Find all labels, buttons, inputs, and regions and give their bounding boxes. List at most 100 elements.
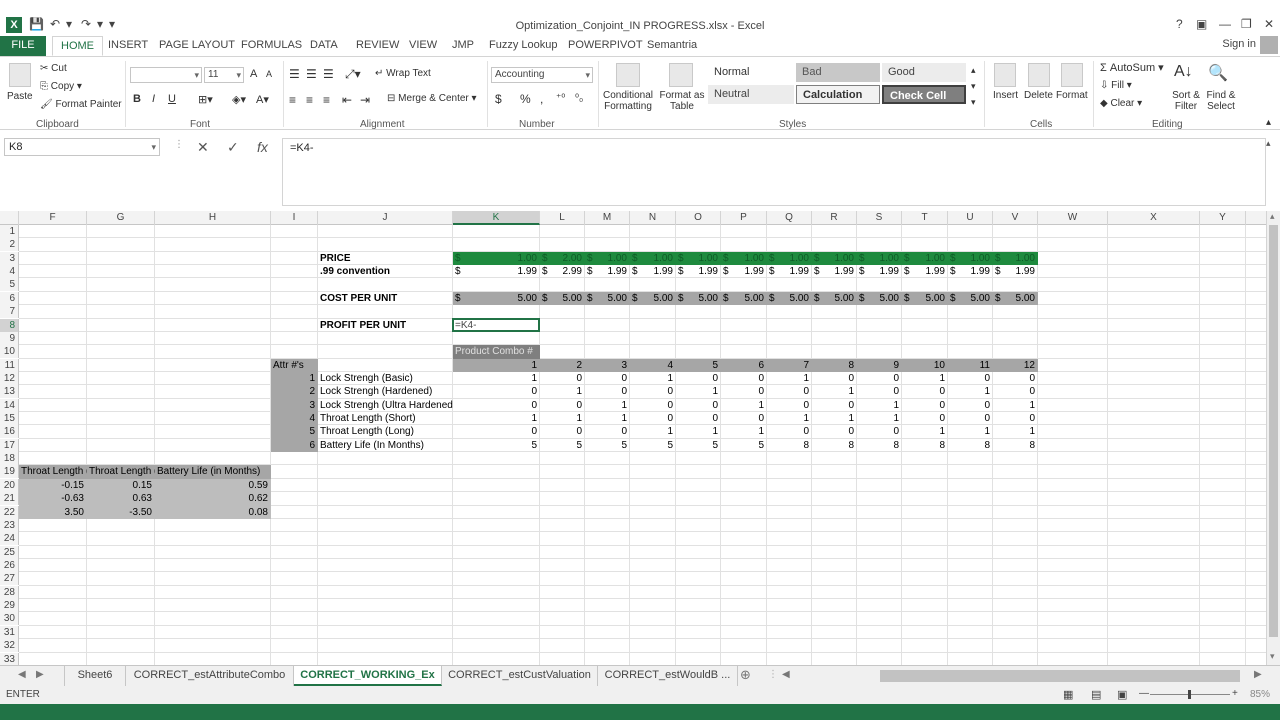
price-value[interactable]: 1.00: [630, 252, 676, 265]
cost-value[interactable]: 5.00: [812, 292, 857, 305]
row-header[interactable]: 32: [0, 639, 19, 653]
cost-value[interactable]: 5.00: [767, 292, 812, 305]
convention-value[interactable]: 1.99: [721, 265, 767, 278]
collapse-ribbon-icon[interactable]: ▴: [1266, 117, 1271, 128]
sheet-tab-correct-estcustvaluation[interactable]: CORRECT_estCustValuation: [442, 666, 598, 686]
attribute-value[interactable]: 0: [453, 399, 540, 412]
sign-in-link[interactable]: Sign in: [1222, 38, 1256, 50]
attribute-value[interactable]: 0: [857, 385, 902, 398]
row-header[interactable]: 26: [0, 559, 19, 572]
combo-number[interactable]: 2: [540, 359, 585, 372]
price-value[interactable]: 1.00: [948, 252, 993, 265]
column-header[interactable]: R: [812, 211, 857, 225]
convention-value[interactable]: 1.99: [453, 265, 540, 278]
cost-value[interactable]: 5.00: [540, 292, 585, 305]
currency-button[interactable]: $: [495, 92, 502, 106]
combo-number[interactable]: 7: [767, 359, 812, 372]
column-header[interactable]: S: [857, 211, 902, 225]
cancel-entry-icon[interactable]: ✕: [197, 139, 209, 156]
attribute-value[interactable]: 0: [812, 399, 857, 412]
worksheet-grid[interactable]: FGHIJKLMNOPQRSTUVWXY 1 2 3 4 5 6 7 8 9 10 11 12 13 14…: [0, 211, 1266, 666]
combo-number[interactable]: 10: [902, 359, 948, 372]
price-value[interactable]: 1.00: [453, 252, 540, 265]
attribute-value[interactable]: 5: [721, 439, 767, 452]
convention-value[interactable]: 1.99: [857, 265, 902, 278]
attribute-value[interactable]: 8: [767, 439, 812, 452]
row-header[interactable]: 16: [0, 425, 19, 439]
left-table-value[interactable]: -0.63: [19, 492, 87, 505]
decrease-indent-icon[interactable]: ⇤: [342, 93, 352, 107]
format-cells-button[interactable]: Format: [1056, 90, 1088, 101]
row-header[interactable]: 25: [0, 545, 19, 559]
wrap-text-button[interactable]: ↵ Wrap Text: [375, 68, 431, 79]
attribute-value[interactable]: 8: [993, 439, 1038, 452]
column-header[interactable]: Y: [1200, 211, 1246, 225]
confirm-entry-icon[interactable]: ✓: [227, 139, 239, 156]
cost-label[interactable]: COST PER UNIT: [318, 292, 453, 305]
attribute-value[interactable]: 0: [857, 425, 902, 438]
attribute-name[interactable]: Lock Strengh (Hardened): [318, 385, 453, 398]
combo-number[interactable]: 1: [453, 359, 540, 372]
row-header[interactable]: 17: [0, 438, 19, 452]
underline-button[interactable]: U: [168, 93, 176, 105]
borders-icon[interactable]: ⊞▾: [198, 93, 213, 106]
left-table-value[interactable]: 0.15: [87, 479, 155, 492]
attribute-value[interactable]: 0: [948, 412, 993, 425]
close-icon[interactable]: ✕: [1264, 17, 1274, 31]
attribute-value[interactable]: 8: [948, 439, 993, 452]
attribute-name[interactable]: Lock Strengh (Basic): [318, 372, 453, 385]
column-header[interactable]: T: [902, 211, 948, 225]
column-header[interactable]: J: [318, 211, 453, 225]
column-header[interactable]: L: [540, 211, 585, 225]
zoom-level[interactable]: 85%: [1250, 689, 1270, 700]
styles-scroll-down-icon[interactable]: ▾: [971, 81, 976, 92]
tab-data[interactable]: DATA: [310, 36, 338, 56]
column-header[interactable]: M: [585, 211, 630, 225]
paste-icon[interactable]: [9, 63, 31, 87]
row-header[interactable]: 27: [0, 572, 19, 586]
convention-value[interactable]: 1.99: [948, 265, 993, 278]
row-header[interactable]: 19: [0, 465, 19, 479]
attribute-value[interactable]: 1: [948, 425, 993, 438]
autosum-button[interactable]: Σ AutoSum ▾: [1100, 61, 1164, 74]
fill-button[interactable]: ⇩ Fill ▾: [1100, 80, 1132, 91]
price-value[interactable]: 1.00: [767, 252, 812, 265]
row-header[interactable]: 1: [0, 225, 19, 238]
attribute-value[interactable]: 5: [453, 439, 540, 452]
attribute-value[interactable]: 1: [993, 399, 1038, 412]
sheet-tab-sheet6[interactable]: Sheet6: [64, 666, 126, 686]
tab-powerpivot[interactable]: POWERPIVOT: [568, 36, 643, 56]
price-value[interactable]: 1.00: [812, 252, 857, 265]
row-header[interactable]: 21: [0, 492, 19, 506]
attribute-value[interactable]: 1: [676, 385, 721, 398]
row-header[interactable]: 29: [0, 599, 19, 613]
attribute-value[interactable]: 0: [902, 399, 948, 412]
shrink-font-button[interactable]: A: [266, 69, 272, 79]
price-value[interactable]: 1.00: [857, 252, 902, 265]
tab-insert[interactable]: INSERT: [108, 36, 148, 56]
collapse-formula-bar-icon[interactable]: ▴: [1266, 138, 1271, 149]
tab-view[interactable]: VIEW: [409, 36, 437, 56]
attribute-value[interactable]: 0: [767, 385, 812, 398]
row-header[interactable]: 24: [0, 532, 19, 546]
attribute-value[interactable]: 0: [676, 372, 721, 385]
tab-review[interactable]: REVIEW: [356, 36, 399, 56]
row-header[interactable]: 5: [0, 278, 19, 292]
cost-value[interactable]: 5.00: [721, 292, 767, 305]
name-box[interactable]: K8: [4, 138, 160, 156]
price-value[interactable]: 1.00: [676, 252, 721, 265]
attribute-value[interactable]: 0: [721, 385, 767, 398]
convention-value[interactable]: 1.99: [993, 265, 1038, 278]
font-size-combo[interactable]: 11: [204, 67, 244, 83]
row-header[interactable]: 14: [0, 398, 19, 412]
help-icon[interactable]: ?: [1176, 17, 1183, 31]
attribute-number[interactable]: 3: [271, 399, 318, 412]
attribute-value[interactable]: 1: [902, 425, 948, 438]
styles-more-icon[interactable]: ▾: [971, 97, 976, 108]
format-as-table-icon[interactable]: [669, 63, 693, 87]
column-header[interactable]: V: [993, 211, 1038, 225]
attribute-value[interactable]: 1: [453, 372, 540, 385]
delete-cells-icon[interactable]: [1028, 63, 1050, 87]
attribute-value[interactable]: 1: [721, 425, 767, 438]
price-label[interactable]: PRICE: [318, 252, 453, 265]
